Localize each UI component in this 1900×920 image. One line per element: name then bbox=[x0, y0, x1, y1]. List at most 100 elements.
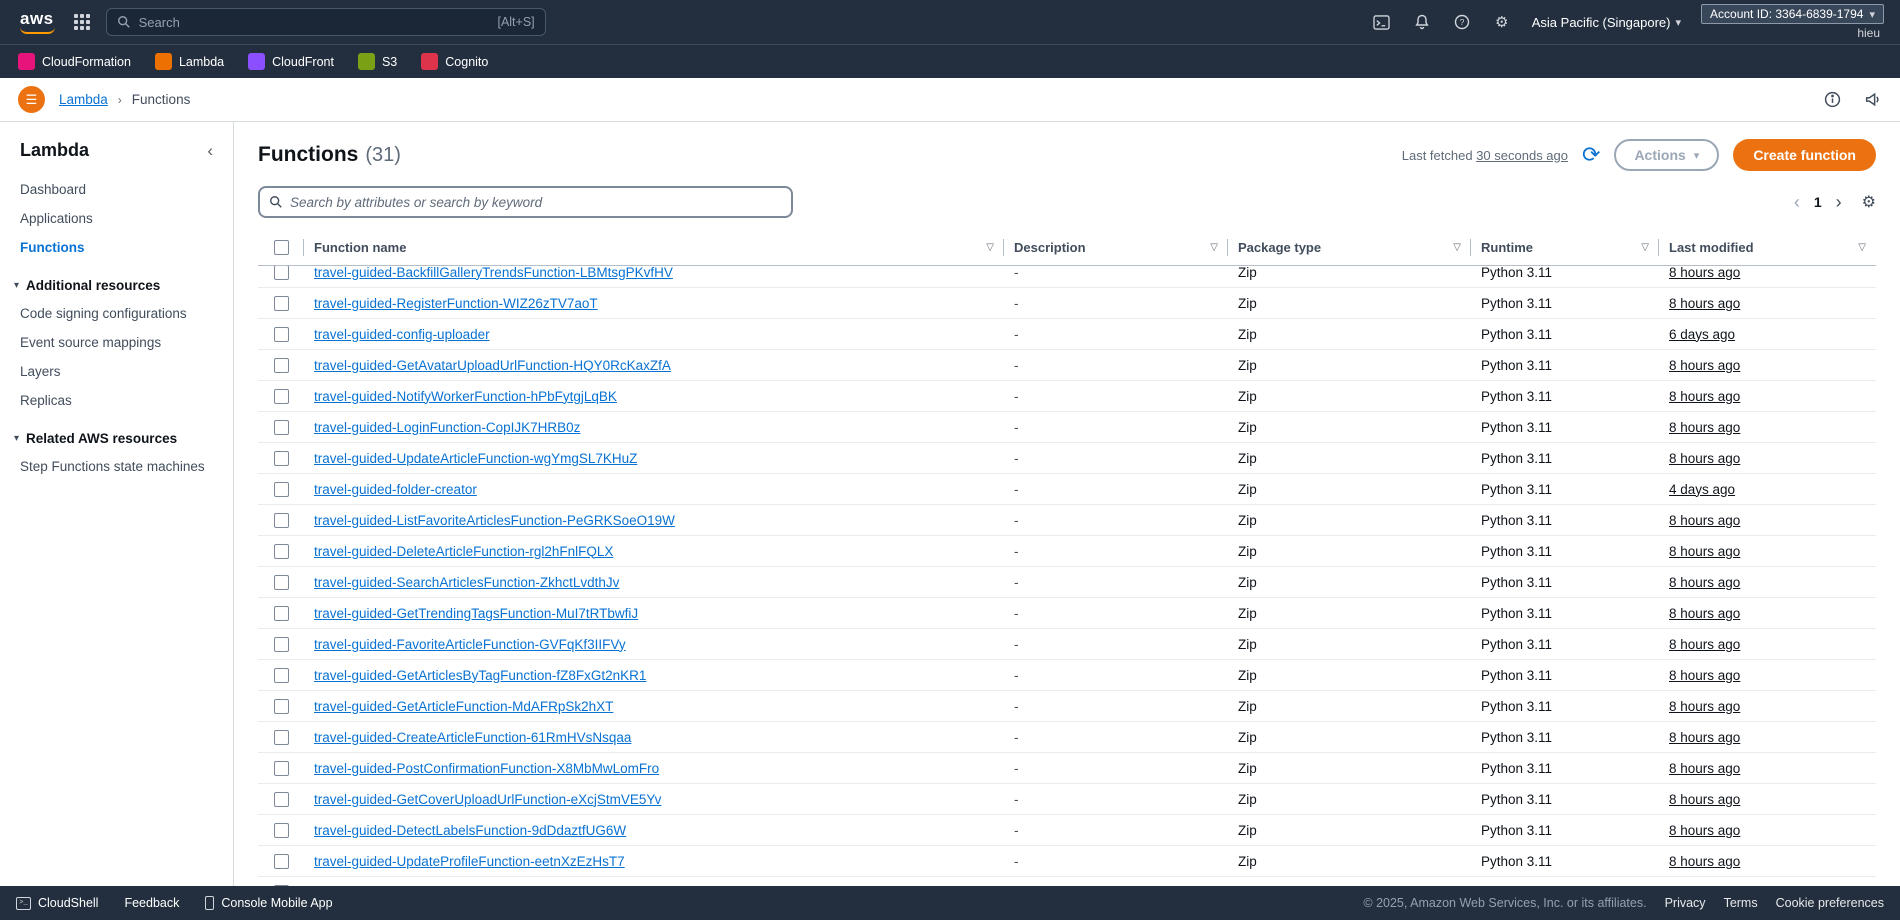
cloudshell-footer-button[interactable]: >_ CloudShell bbox=[16, 896, 98, 910]
functions-search-input[interactable] bbox=[290, 195, 782, 210]
next-page-icon[interactable]: › bbox=[1836, 193, 1842, 211]
sidebar-section-related-aws-resources[interactable]: ▾ Related AWS resources bbox=[0, 415, 233, 452]
favorite-service-link[interactable]: S3 bbox=[358, 53, 397, 70]
main-panel: Functions (31) Last fetched 30 seconds a… bbox=[234, 122, 1900, 886]
sort-icon[interactable]: ▽ bbox=[1641, 242, 1649, 253]
sidebar-item-code-signing[interactable]: Code signing configurations bbox=[0, 299, 233, 328]
functions-table: Function name ▽ Description ▽ Package ty… bbox=[258, 230, 1876, 886]
side-menu-icon[interactable]: ☰ bbox=[18, 86, 45, 113]
function-name-link[interactable]: travel-guided-NotifyWorkerFunction-hPbFy… bbox=[314, 389, 617, 404]
sidebar-item-replicas[interactable]: Replicas bbox=[0, 386, 233, 415]
row-checkbox[interactable] bbox=[274, 606, 289, 621]
privacy-link[interactable]: Privacy bbox=[1665, 896, 1706, 910]
sidebar-item-functions[interactable]: Functions bbox=[0, 233, 233, 262]
favorite-service-link[interactable]: Lambda bbox=[155, 53, 224, 70]
row-checkbox[interactable] bbox=[274, 482, 289, 497]
console-mobile-app-button[interactable]: Console Mobile App bbox=[205, 896, 332, 910]
sort-icon[interactable]: ▽ bbox=[1858, 242, 1866, 253]
row-checkbox[interactable] bbox=[274, 544, 289, 559]
function-name-link[interactable]: travel-guided-DeleteArticleFunction-rgl2… bbox=[314, 544, 613, 559]
function-name-link[interactable]: travel-guided-DetectLabelsFunction-9dDda… bbox=[314, 823, 626, 838]
function-name-link[interactable]: travel-guided-ListArticlesFunction-BfBfG… bbox=[314, 885, 609, 887]
sidebar-section-additional-resources[interactable]: ▾ Additional resources bbox=[0, 262, 233, 299]
row-checkbox[interactable] bbox=[274, 792, 289, 807]
function-description: - bbox=[1004, 420, 1228, 435]
row-checkbox[interactable] bbox=[274, 854, 289, 869]
account-menu-button[interactable]: Account ID: 3364-6839-1794 ▾ bbox=[1701, 4, 1884, 24]
sidebar-item-step-functions[interactable]: Step Functions state machines bbox=[0, 452, 233, 481]
favorite-service-link[interactable]: CloudFormation bbox=[18, 53, 131, 70]
function-name-link[interactable]: travel-guided-config-uploader bbox=[314, 327, 490, 342]
function-name-link[interactable]: travel-guided-ListFavoriteArticlesFuncti… bbox=[314, 513, 675, 528]
sidebar-item-dashboard[interactable]: Dashboard bbox=[0, 175, 233, 204]
refresh-button[interactable]: ⟳ bbox=[1582, 144, 1600, 166]
function-name-link[interactable]: travel-guided-RegisterFunction-WIZ26zTV7… bbox=[314, 296, 598, 311]
row-checkbox[interactable] bbox=[274, 358, 289, 373]
region-selector[interactable]: Asia Pacific (Singapore) ▾ bbox=[1532, 15, 1681, 30]
terms-link[interactable]: Terms bbox=[1724, 896, 1758, 910]
function-last-modified: 8 hours ago bbox=[1669, 823, 1740, 838]
row-checkbox[interactable] bbox=[274, 823, 289, 838]
function-package-type: Zip bbox=[1228, 761, 1471, 776]
function-name-link[interactable]: travel-guided-UpdateProfileFunction-eetn… bbox=[314, 854, 625, 869]
row-checkbox[interactable] bbox=[274, 296, 289, 311]
global-search-input[interactable] bbox=[139, 15, 490, 30]
function-name-link[interactable]: travel-guided-LoginFunction-CopIJK7HRB0z bbox=[314, 420, 580, 435]
row-checkbox[interactable] bbox=[274, 637, 289, 652]
table-preferences-gear-icon[interactable]: ⚙ bbox=[1862, 192, 1876, 212]
page-number[interactable]: 1 bbox=[1814, 194, 1822, 210]
row-checkbox[interactable] bbox=[274, 761, 289, 776]
functions-search[interactable] bbox=[258, 186, 793, 218]
cloudshell-icon[interactable] bbox=[1372, 12, 1392, 32]
function-name-link[interactable]: travel-guided-GetArticleFunction-MdAFRpS… bbox=[314, 699, 613, 714]
services-grid-icon[interactable] bbox=[74, 14, 90, 30]
row-checkbox[interactable] bbox=[274, 266, 289, 280]
favorite-service-link[interactable]: CloudFront bbox=[248, 53, 334, 70]
aws-logo[interactable]: aws bbox=[16, 9, 58, 35]
create-function-button[interactable]: Create function bbox=[1733, 139, 1876, 171]
sort-icon[interactable]: ▽ bbox=[1453, 242, 1461, 253]
row-checkbox[interactable] bbox=[274, 451, 289, 466]
last-fetched-link[interactable]: 30 seconds ago bbox=[1476, 148, 1568, 163]
sort-icon[interactable]: ▽ bbox=[986, 242, 994, 253]
sidebar-item-layers[interactable]: Layers bbox=[0, 357, 233, 386]
function-package-type: Zip bbox=[1228, 482, 1471, 497]
notifications-bell-icon[interactable] bbox=[1412, 12, 1432, 32]
function-name-link[interactable]: travel-guided-GetArticlesByTagFunction-f… bbox=[314, 668, 646, 683]
info-panel-icon[interactable] bbox=[1822, 90, 1842, 110]
row-checkbox[interactable] bbox=[274, 668, 289, 683]
function-name-link[interactable]: travel-guided-UpdateArticleFunction-wgYm… bbox=[314, 451, 637, 466]
row-checkbox[interactable] bbox=[274, 389, 289, 404]
select-all-checkbox[interactable] bbox=[274, 240, 289, 255]
announcements-icon[interactable] bbox=[1862, 90, 1882, 110]
function-name-link[interactable]: travel-guided-SearchArticlesFunction-Zkh… bbox=[314, 575, 619, 590]
global-search[interactable]: [Alt+S] bbox=[106, 8, 546, 36]
function-name-link[interactable]: travel-guided-FavoriteArticleFunction-GV… bbox=[314, 637, 626, 652]
function-name-link[interactable]: travel-guided-GetTrendingTagsFunction-Mu… bbox=[314, 606, 638, 621]
row-checkbox[interactable] bbox=[274, 730, 289, 745]
settings-gear-icon[interactable]: ⚙ bbox=[1492, 12, 1512, 32]
sidebar-item-applications[interactable]: Applications bbox=[0, 204, 233, 233]
previous-page-icon[interactable]: ‹ bbox=[1794, 193, 1800, 211]
row-checkbox[interactable] bbox=[274, 575, 289, 590]
row-checkbox[interactable] bbox=[274, 327, 289, 342]
row-checkbox[interactable] bbox=[274, 513, 289, 528]
sort-icon[interactable]: ▽ bbox=[1210, 242, 1218, 253]
function-name-link[interactable]: travel-guided-PostConfirmationFunction-X… bbox=[314, 761, 659, 776]
function-name-link[interactable]: travel-guided-GetAvatarUploadUrlFunction… bbox=[314, 358, 671, 373]
help-icon[interactable]: ? bbox=[1452, 12, 1472, 32]
cookie-preferences-link[interactable]: Cookie preferences bbox=[1776, 896, 1884, 910]
function-name-link[interactable]: travel-guided-folder-creator bbox=[314, 482, 477, 497]
row-checkbox[interactable] bbox=[274, 885, 289, 887]
sidebar-collapse-icon[interactable]: ‹ bbox=[207, 141, 213, 161]
feedback-button[interactable]: Feedback bbox=[124, 896, 179, 910]
function-name-link[interactable]: travel-guided-GetCoverUploadUrlFunction-… bbox=[314, 792, 661, 807]
function-name-link[interactable]: travel-guided-BackfillGalleryTrendsFunct… bbox=[314, 266, 673, 280]
actions-button[interactable]: Actions ▾ bbox=[1614, 139, 1719, 171]
row-checkbox[interactable] bbox=[274, 420, 289, 435]
function-name-link[interactable]: travel-guided-CreateArticleFunction-61Rm… bbox=[314, 730, 631, 745]
sidebar-item-event-source-mappings[interactable]: Event source mappings bbox=[0, 328, 233, 357]
row-checkbox[interactable] bbox=[274, 699, 289, 714]
breadcrumb-lambda-link[interactable]: Lambda bbox=[59, 92, 108, 107]
favorite-service-link[interactable]: Cognito bbox=[421, 53, 488, 70]
